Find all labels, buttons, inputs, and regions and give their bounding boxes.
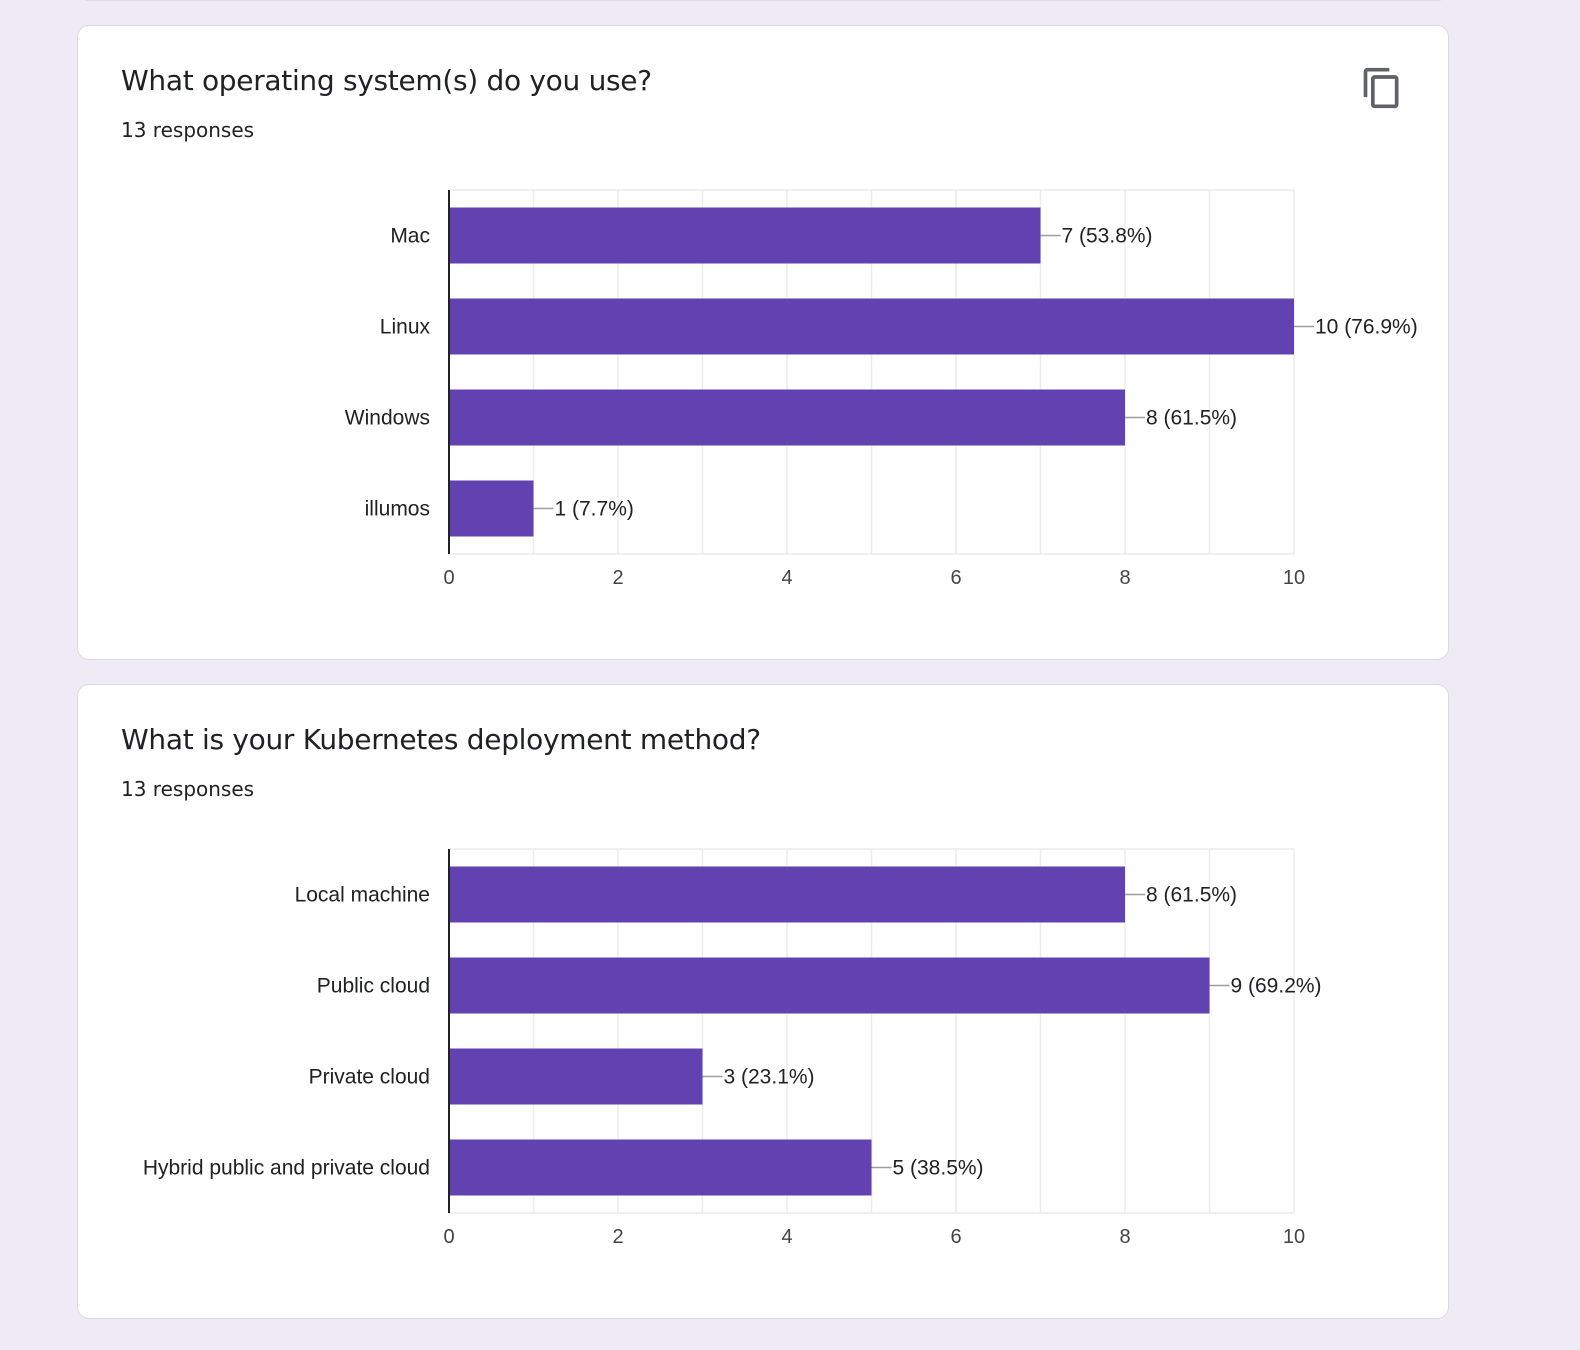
x-tick-label: 2 [612,1226,623,1248]
bar [449,866,1125,923]
x-tick-label: 0 [443,567,454,589]
x-tick-label: 4 [781,567,792,589]
bar [449,957,1210,1014]
bar [449,480,534,537]
category-label: Private cloud [309,1066,430,1089]
category-label: Local machine [295,884,430,907]
x-tick-label: 6 [950,567,961,589]
bar-chart-deployment-method: Local machine 8 (61.5%) Public cloud 9 (69.… [143,848,1322,1248]
response-count: 13 responses [121,777,255,801]
bar [449,389,1125,446]
category-label: Linux [380,316,431,339]
x-tick-label: 8 [1119,1226,1130,1248]
x-tick-label: 10 [1283,567,1305,589]
data-label: 9 (69.2%) [1231,975,1322,998]
category-label: illumos [365,498,430,521]
category-label: Hybrid public and private cloud [143,1157,430,1180]
response-count: 13 responses [121,118,255,142]
bar [449,207,1041,264]
data-label: 5 (38.5%) [893,1157,984,1180]
question-card-operating-systems: What operating system(s) do you use? 13 … [77,25,1449,660]
data-label: 8 (61.5%) [1146,407,1237,430]
x-tick-label: 2 [612,567,623,589]
bar [449,1139,872,1196]
question-title: What operating system(s) do you use? [121,64,652,97]
x-tick-label: 8 [1119,567,1130,589]
bar-chart-operating-systems: Mac 7 (53.8%) Linux 10 (76.9%) Windows 8 (61.… [345,189,1418,589]
data-label: 7 (53.8%) [1062,225,1153,248]
copy-chart-button[interactable] [1360,66,1404,110]
data-label: 3 (23.1%) [724,1066,815,1089]
previous-card-edge [77,0,1449,1]
data-label: 10 (76.9%) [1315,316,1418,339]
bar [449,1048,703,1105]
category-label: Mac [390,225,430,248]
bar [449,298,1294,355]
question-card-deployment-method: What is your Kubernetes deployment metho… [77,684,1449,1319]
data-label: 1 (7.7%) [555,498,634,521]
data-label: 8 (61.5%) [1146,884,1237,907]
category-label: Public cloud [317,975,430,998]
x-tick-label: 10 [1283,1226,1305,1248]
question-title: What is your Kubernetes deployment metho… [121,723,761,756]
x-tick-label: 6 [950,1226,961,1248]
x-tick-label: 0 [443,1226,454,1248]
copy-icon [1363,67,1399,109]
x-tick-label: 4 [781,1226,792,1248]
category-label: Windows [345,407,430,430]
